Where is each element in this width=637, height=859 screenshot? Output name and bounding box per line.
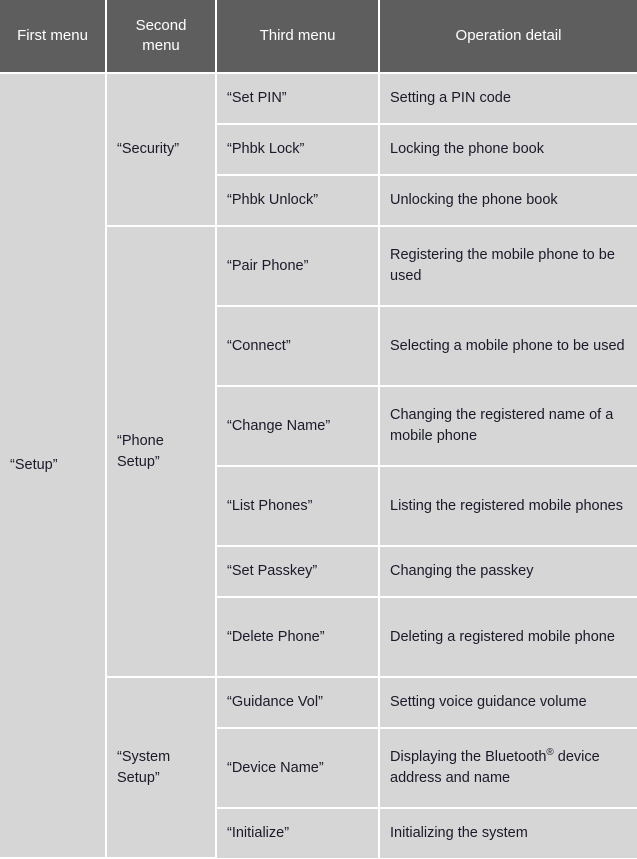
- cell-first-menu: “Setup”: [0, 73, 107, 859]
- operation-detail-text: Setting a PIN code: [390, 90, 511, 106]
- cell-second-menu: “System Setup”: [106, 677, 217, 859]
- third-menu-label: “Change Name”: [227, 417, 331, 434]
- cell-operation-detail: Locking the phone book: [379, 124, 637, 176]
- cell-operation-detail: Changing the passkey: [379, 546, 637, 598]
- cell-third-menu: “Set Passkey”: [216, 546, 380, 598]
- third-menu-label: “Delete Phone”: [227, 628, 325, 645]
- cell-third-menu: “Guidance Vol”: [216, 677, 380, 729]
- cell-operation-detail: Changing the registered name of a mobile…: [379, 386, 637, 467]
- table-row: “Setup” “Security” “Set PIN” Setting a PIN …: [0, 73, 637, 859]
- cell-operation-detail: Unlocking the phone book: [379, 175, 637, 227]
- operation-detail-text: Changing the passkey: [390, 563, 534, 579]
- cell-operation-detail: Setting a PIN code: [379, 73, 637, 125]
- header-first-menu: First menu: [0, 0, 107, 74]
- header-second-menu: Second menu: [106, 0, 217, 74]
- operation-detail-text: Changing the registered name of a mobile…: [390, 407, 614, 444]
- third-menu-label: “Device Name”: [227, 759, 324, 776]
- third-menu-label: “Set PIN”: [227, 90, 287, 106]
- operation-detail-text: Locking the phone book: [390, 141, 544, 157]
- operation-detail-text: Unlocking the phone book: [390, 192, 558, 208]
- first-menu-label: “Setup”: [10, 457, 58, 473]
- operation-detail-text: Registering the mobile phone to be used: [390, 247, 615, 284]
- third-menu-label: “Set Passkey”: [227, 563, 318, 579]
- cell-third-menu: “Phbk Unlock”: [216, 175, 380, 227]
- operation-detail-text: Listing the registered mobile phones: [390, 497, 623, 514]
- cell-third-menu: “Phbk Lock”: [216, 124, 380, 176]
- cell-third-menu: “List Phones”: [216, 466, 380, 547]
- operation-detail-text: Displaying the Bluetooth: [390, 749, 547, 765]
- third-menu-label: “Initialize”: [227, 825, 290, 841]
- table-body: “Setup” “Security” “Set PIN” Setting a PIN …: [0, 73, 637, 859]
- third-menu-label: “Connect”: [227, 337, 291, 354]
- cell-operation-detail: Setting voice guidance volume: [379, 677, 637, 729]
- cell-second-menu: “Phone Setup”: [106, 226, 217, 678]
- cell-third-menu: “Set PIN”: [216, 73, 380, 125]
- registered-trademark-icon: ®: [546, 747, 554, 759]
- cell-operation-detail: Registering the mobile phone to be used: [379, 226, 637, 307]
- second-menu-label: “System Setup”: [117, 748, 171, 786]
- operation-detail-text: Setting voice guidance volume: [390, 694, 587, 710]
- operation-detail-text: Deleting a registered mobile phone: [390, 628, 615, 645]
- cell-third-menu: “Connect”: [216, 306, 380, 387]
- cell-operation-detail: Selecting a mobile phone to be used: [379, 306, 637, 387]
- third-menu-label: “Pair Phone”: [227, 257, 309, 274]
- cell-operation-detail: Deleting a registered mobile phone: [379, 597, 637, 678]
- cell-operation-detail: Listing the registered mobile phones: [379, 466, 637, 547]
- third-menu-label: “Phbk Unlock”: [227, 192, 319, 208]
- second-menu-label: “Phone Setup”: [117, 432, 164, 470]
- table-header: First menu Second menu Third menu Operat…: [0, 0, 637, 74]
- cell-third-menu: “Device Name”: [216, 728, 380, 809]
- cell-second-menu: “Security”: [106, 73, 217, 227]
- cell-third-menu: “Change Name”: [216, 386, 380, 467]
- second-menu-label: “Security”: [117, 141, 180, 157]
- third-menu-label: “List Phones”: [227, 497, 313, 514]
- cell-third-menu: “Pair Phone”: [216, 226, 380, 307]
- header-row: First menu Second menu Third menu Operat…: [0, 0, 637, 74]
- menu-reference-table: First menu Second menu Third menu Operat…: [0, 0, 637, 859]
- third-menu-label: “Guidance Vol”: [227, 694, 323, 710]
- cell-third-menu: “Initialize”: [216, 808, 380, 858]
- cell-third-menu: “Delete Phone”: [216, 597, 380, 678]
- third-menu-label: “Phbk Lock”: [227, 141, 305, 157]
- cell-operation-detail: Displaying the Bluetooth® device address…: [379, 728, 637, 809]
- cell-operation-detail: Initializing the system: [379, 808, 637, 858]
- header-third-menu: Third menu: [216, 0, 380, 74]
- operation-detail-text: Initializing the system: [390, 825, 528, 841]
- operation-detail-text: Selecting a mobile phone to be used: [390, 337, 625, 354]
- header-operation-detail: Operation detail: [379, 0, 637, 74]
